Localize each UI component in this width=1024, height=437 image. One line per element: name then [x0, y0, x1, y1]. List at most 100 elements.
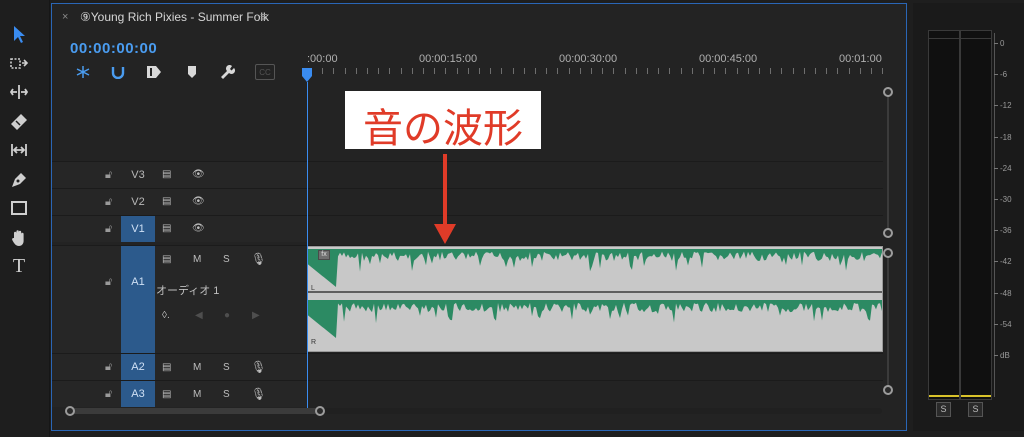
toggle-sync-lock-icon[interactable]: ▤: [162, 196, 171, 207]
playhead-line[interactable]: [307, 82, 308, 412]
ripple-edit-icon[interactable]: [7, 80, 31, 104]
sequence-tab-title[interactable]: ⑨Young Rich Pixies - Summer Folk: [80, 10, 269, 24]
toggle-sync-lock-icon[interactable]: ▤: [162, 169, 171, 180]
ruler-tick: [882, 68, 883, 74]
hand-icon[interactable]: [7, 226, 31, 250]
scrollbar-handle[interactable]: [883, 87, 893, 97]
ruler-label: 00:01:00: [839, 53, 882, 65]
ruler-tick: [569, 68, 570, 74]
ruler-tick: [815, 68, 816, 74]
microphone-icon[interactable]: 🎙︎: [251, 252, 266, 266]
fx-badge[interactable]: fx: [318, 250, 330, 260]
channel-left-label: L: [311, 285, 315, 292]
magnet-icon[interactable]: [109, 64, 127, 80]
ruler-tick: [457, 68, 458, 74]
next-keyframe-icon[interactable]: ▶: [252, 310, 260, 321]
microphone-icon[interactable]: 🎙︎: [251, 387, 266, 401]
audio-vertical-scrollbar[interactable]: [887, 254, 889, 390]
track-name-a3[interactable]: A3: [121, 381, 155, 407]
ruler-tick: [681, 68, 682, 74]
meter-scale-label: -24: [1000, 164, 1012, 173]
track-area-a2[interactable]: [307, 353, 883, 380]
track-area-a3[interactable]: [307, 380, 883, 407]
scrollbar-handle[interactable]: [883, 248, 893, 258]
slip-icon[interactable]: [7, 138, 31, 162]
lock-icon[interactable]: 🔓︎: [105, 223, 112, 236]
type-icon[interactable]: T: [7, 254, 31, 278]
captions-icon[interactable]: CC: [255, 64, 275, 80]
ruler-tick: [871, 68, 872, 74]
linked-selection-icon[interactable]: [145, 64, 163, 80]
toggle-sync-lock-icon[interactable]: ▤: [162, 362, 171, 373]
track-name-v1[interactable]: V1: [121, 216, 155, 242]
rectangle-icon[interactable]: [7, 196, 31, 220]
lock-icon[interactable]: 🔓︎: [105, 169, 112, 182]
horizontal-scroll-track[interactable]: [320, 408, 882, 414]
scrollbar-handle[interactable]: [883, 228, 893, 238]
track-name-v3[interactable]: V3: [121, 162, 155, 188]
eye-icon[interactable]: 👁︎: [192, 223, 205, 234]
track-area-v2[interactable]: [307, 188, 883, 215]
meter-scale-label: -30: [1000, 195, 1012, 204]
lock-icon[interactable]: 🔓︎: [105, 276, 112, 289]
arrow-select-icon[interactable]: [7, 22, 31, 46]
eye-icon[interactable]: 👁︎: [192, 169, 205, 180]
previous-keyframe-icon[interactable]: ◀: [195, 310, 203, 321]
ruler-label: 00:00:15:00: [419, 53, 478, 65]
ruler-tick: [546, 68, 547, 74]
wrench-icon[interactable]: [218, 64, 236, 80]
razor-icon[interactable]: [7, 110, 31, 134]
close-tab-button[interactable]: ×: [62, 11, 68, 23]
solo-button[interactable]: S: [223, 389, 230, 400]
track-name-a1[interactable]: A1: [121, 246, 155, 353]
toggle-sync-lock-icon[interactable]: ▤: [162, 223, 171, 234]
horizontal-scrollbar[interactable]: [70, 408, 320, 414]
mute-button[interactable]: M: [193, 389, 201, 400]
waveform-channel: [308, 300, 882, 338]
scrollbar-handle[interactable]: [315, 406, 325, 416]
meter-scale-tick: [994, 230, 998, 231]
audio-clip[interactable]: fx L R: [307, 246, 883, 352]
playhead-timecode[interactable]: 00:00:00:00: [70, 40, 157, 57]
track-name-a2[interactable]: A2: [121, 354, 155, 380]
toggle-sync-lock-icon[interactable]: ▤: [162, 389, 171, 400]
lock-icon[interactable]: 🔓︎: [105, 361, 112, 374]
track-select-icon[interactable]: [7, 52, 31, 76]
add-keyframe-icon[interactable]: ●: [224, 310, 230, 321]
ruler-tick: [513, 68, 514, 74]
playhead-marker-icon[interactable]: [302, 68, 312, 82]
marker-icon[interactable]: [183, 64, 201, 80]
meter-scale-tick: [994, 199, 998, 200]
keyframe-menu-icon[interactable]: ◊.: [162, 310, 170, 321]
ruler-tick: [356, 68, 357, 74]
ruler-tick: [692, 68, 693, 74]
solo-button[interactable]: S: [223, 254, 230, 265]
eye-icon[interactable]: 👁︎: [192, 196, 205, 207]
scrollbar-handle[interactable]: [883, 385, 893, 395]
solo-right-button[interactable]: S: [968, 402, 983, 417]
solo-button[interactable]: S: [223, 362, 230, 373]
meter-scale-label: -36: [1000, 226, 1012, 235]
lock-icon[interactable]: 🔓︎: [105, 388, 112, 401]
solo-left-button[interactable]: S: [936, 402, 951, 417]
mute-button[interactable]: M: [193, 254, 201, 265]
track-header-v3: 🔓︎ V3 ▤ 👁︎: [52, 161, 307, 188]
meter-scale-label: -12: [1000, 101, 1012, 110]
pen-icon[interactable]: [7, 168, 31, 192]
toggle-sync-lock-icon[interactable]: ▤: [162, 254, 171, 265]
snap-icon[interactable]: [74, 64, 92, 80]
annotation-arrow-icon: [434, 154, 456, 244]
channel-right-label: R: [311, 339, 317, 346]
meter-scale-tick: [994, 261, 998, 262]
mute-button[interactable]: M: [193, 362, 201, 373]
video-vertical-scrollbar[interactable]: [887, 92, 889, 236]
track-area-v1[interactable]: [307, 215, 883, 242]
scrollbar-handle[interactable]: [65, 406, 75, 416]
ruler-tick: [322, 68, 323, 74]
time-ruler[interactable]: :00:00 00:00:15:00 00:00:30:00 00:00:45:…: [302, 40, 883, 84]
track-area-v3[interactable]: [307, 161, 883, 188]
panel-menu-icon[interactable]: ≡: [260, 9, 268, 24]
track-name-v2[interactable]: V2: [121, 189, 155, 215]
microphone-icon[interactable]: 🎙︎: [251, 360, 266, 374]
lock-icon[interactable]: 🔓︎: [105, 196, 112, 209]
